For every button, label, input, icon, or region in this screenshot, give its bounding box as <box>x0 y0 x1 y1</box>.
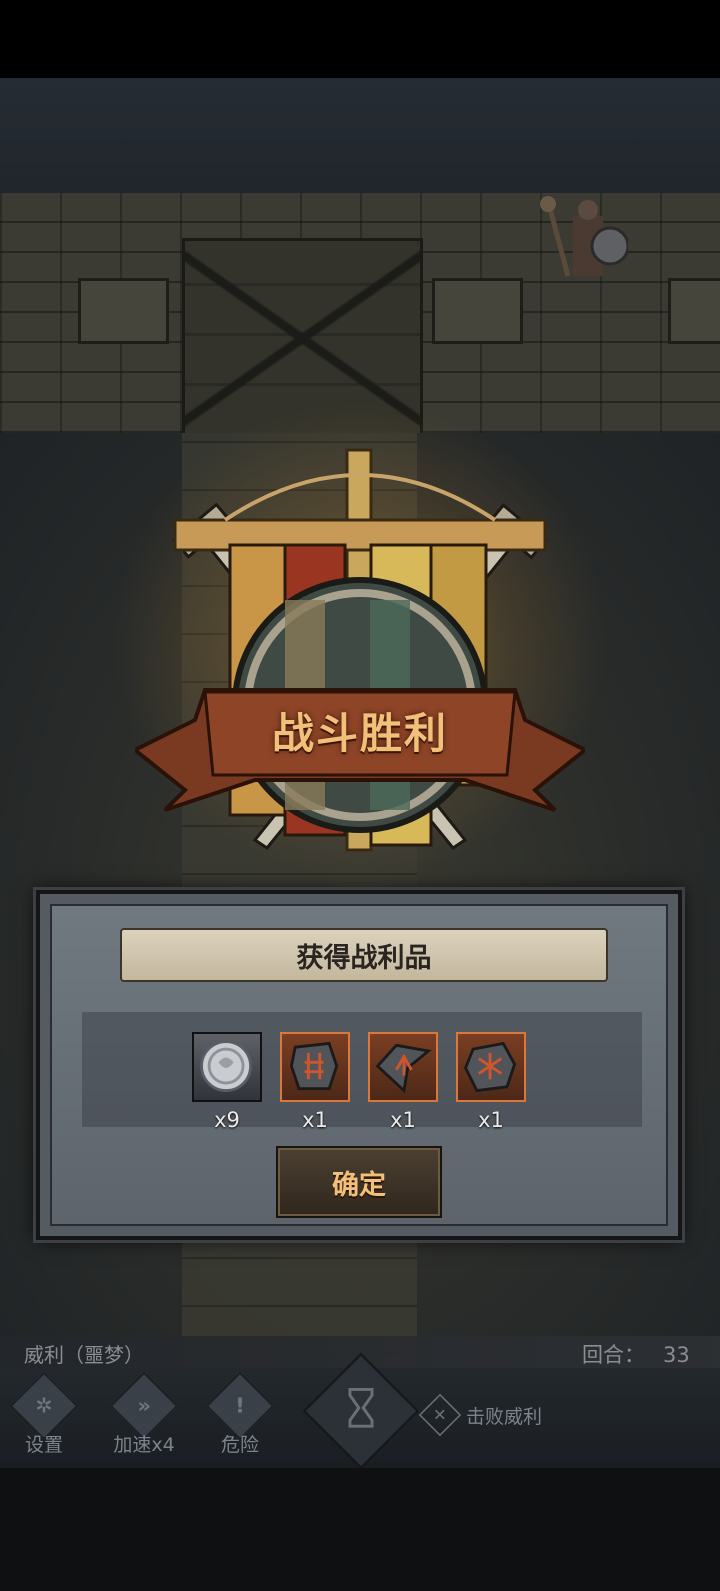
danger-label: 危险 <box>220 1434 259 1456</box>
rewards-panel: 获得战利品 x9 x1 x1 x1 确定 <box>36 890 682 1240</box>
objective: ✕ 击败威利 <box>418 1393 543 1437</box>
rewards-strip <box>82 1012 642 1127</box>
speed-label: 加速x4 <box>113 1434 175 1456</box>
boss-name: 威利（噩梦） <box>24 1343 144 1367</box>
round-counter: 回合： 33 <box>582 1339 690 1369</box>
reward-item-rune-stone[interactable] <box>280 1032 350 1102</box>
enemy-guard-icon <box>540 196 628 277</box>
rewards-title: 获得战利品 <box>120 928 608 982</box>
reward-item-star-rune[interactable] <box>456 1032 526 1102</box>
objective-label: 击败威利 <box>466 1405 543 1428</box>
reward-item-arrow-rune[interactable] <box>368 1032 438 1102</box>
star-rune-stone-icon <box>463 1041 517 1093</box>
settings-label: 设置 <box>24 1434 63 1456</box>
victory-title: 战斗胜利 <box>271 709 448 758</box>
round-label: 回合： <box>582 1343 645 1367</box>
reward-count: x1 <box>478 1108 504 1132</box>
danger-button[interactable]: ! 危险 <box>200 1372 280 1458</box>
victory-emblem-icon <box>135 448 585 852</box>
silver-coin-icon <box>200 1040 252 1092</box>
reward-count: x1 <box>302 1108 328 1132</box>
settings-button[interactable]: ✲ 设置 <box>4 1372 84 1458</box>
speed-button[interactable]: » 加速x4 <box>104 1372 184 1458</box>
reward-count: x1 <box>390 1108 416 1132</box>
rune-stone-icon <box>289 1041 339 1091</box>
bottom-black-bar <box>0 1468 720 1591</box>
reward-item-silver-coin[interactable] <box>192 1032 262 1102</box>
confirm-button[interactable]: 确定 <box>276 1146 442 1218</box>
arrow-rune-shard-icon <box>375 1043 432 1094</box>
crossed-swords-icon: ✕ <box>418 1393 462 1437</box>
wall-merlon <box>668 278 720 344</box>
wall-merlon <box>78 278 169 344</box>
reward-count: x9 <box>214 1108 240 1132</box>
hourglass-icon <box>348 1387 374 1428</box>
wall-merlon <box>432 278 523 344</box>
round-value: 33 <box>663 1343 690 1367</box>
top-black-bar <box>0 0 720 78</box>
